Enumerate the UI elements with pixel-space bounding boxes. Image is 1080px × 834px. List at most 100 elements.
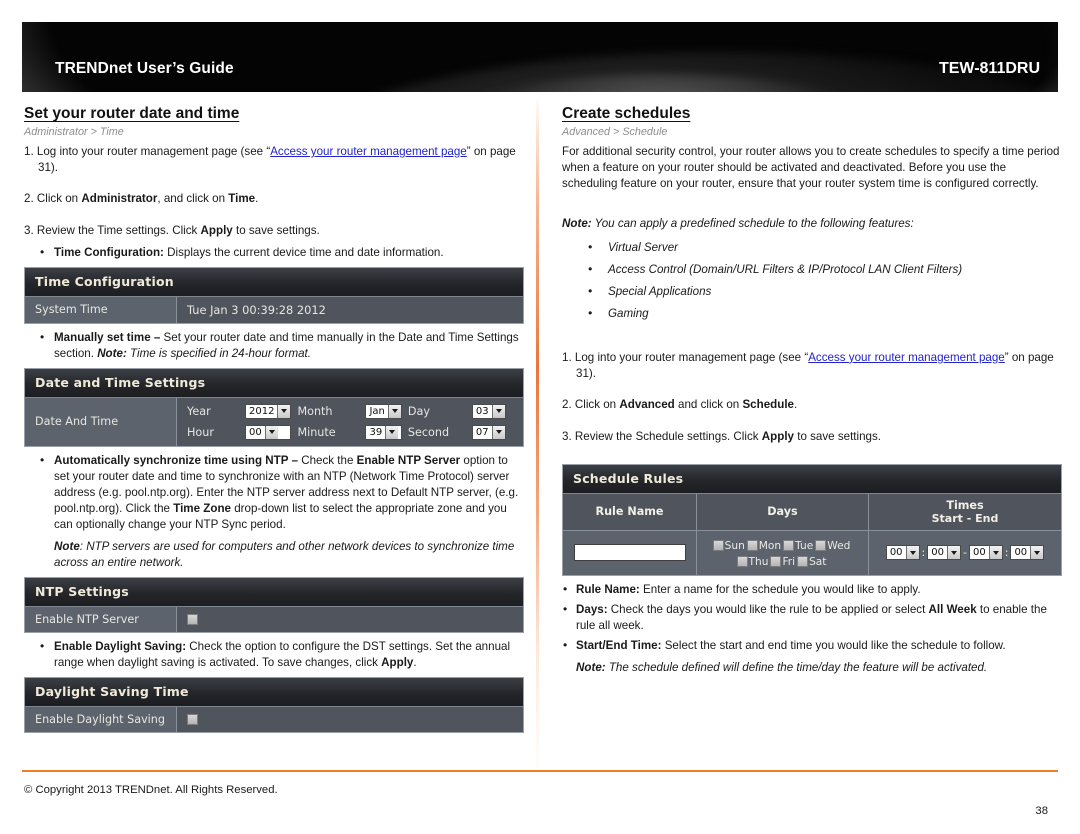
daylight-saving-panel-title: Daylight Saving Time (25, 677, 523, 707)
bullet-ntp-bold-3: Time Zone (173, 501, 231, 515)
left-bullet-list-1: Time Configuration: Displays the current… (24, 244, 524, 261)
end-hour-dropdown[interactable]: 00 (968, 545, 1003, 561)
chevron-down-icon (905, 546, 919, 560)
page-header-banner: TRENDnet User’s Guide TEW-811DRU (22, 22, 1058, 92)
list-item: Special Applications (562, 283, 1062, 300)
day-label-wed: Wed (827, 539, 851, 552)
day-checkbox-wed[interactable]: Wed (815, 540, 850, 552)
enable-ntp-server-value (177, 606, 523, 632)
day-checkbox-fri[interactable]: Fri (770, 556, 795, 568)
time-colon-2: : (1004, 546, 1009, 560)
bullet-days-text-1: Check the days you would like the rule t… (607, 602, 929, 616)
checkbox-icon[interactable] (815, 540, 827, 552)
day-checkbox-sat[interactable]: Sat (797, 556, 826, 568)
start-minute-dropdown[interactable]: 00 (927, 545, 961, 561)
left-step1-prefix: 1. Log into your router management page … (24, 145, 271, 158)
enable-daylight-saving-checkbox[interactable] (187, 713, 198, 725)
day-label-tue: Tue (795, 539, 814, 552)
enable-daylight-saving-row: Enable Daylight Saving (25, 706, 523, 732)
start-hour-dropdown[interactable]: 00 (885, 545, 920, 561)
left-bullet-list-3: Automatically synchronize time using NTP… (24, 452, 524, 533)
left-step2-bold-2: Time (228, 192, 256, 206)
bullet-days-bold-2: All Week (928, 602, 977, 616)
rule-name-input[interactable] (573, 544, 686, 562)
year-dropdown[interactable]: 2012 (245, 403, 292, 419)
checkbox-icon[interactable] (712, 540, 724, 552)
ntp-note: Note: NTP servers are used for computers… (24, 539, 524, 571)
left-step2-b: , and click on (157, 192, 229, 206)
month-dropdown[interactable]: Jan (365, 403, 402, 419)
checkbox-icon[interactable] (783, 540, 795, 552)
copyright-text: © Copyright 2013 TRENDnet. All Rights Re… (24, 784, 278, 796)
chevron-down-icon (277, 404, 291, 418)
schedule-rules-panel: Schedule Rules Rule Name Days Times Star… (562, 463, 1062, 576)
end-minute-dropdown[interactable]: 00 (1010, 545, 1045, 561)
system-time-value: Tue Jan 3 00:39:28 2012 (177, 296, 523, 323)
time-range-separator: - (963, 546, 967, 560)
bullet-days-label: Days: (576, 602, 608, 616)
right-step-1: 1. Log into your router management page … (562, 350, 1062, 382)
schedule-note-label: Note: (562, 216, 592, 230)
list-item: Gaming (562, 305, 1062, 322)
day-checkbox-sun[interactable]: Sun (712, 539, 745, 552)
access-router-link-2[interactable]: Access your router management page (808, 351, 1005, 364)
schedule-field-descriptions: Rule Name: Enter a name for the schedule… (562, 581, 1062, 654)
right-step3-a: 3. Review the Schedule settings. Click (562, 429, 762, 443)
day-label-thu: Thu (748, 555, 769, 568)
left-step-1: 1. Log into your router management page … (24, 144, 524, 176)
bullet-ntp-label: Automatically synchronize time using NTP… (54, 453, 298, 467)
left-step-3: 3. Review the Time settings. Click Apply… (24, 223, 524, 239)
day-label-sat: Sat (809, 555, 827, 568)
enable-ntp-server-checkbox[interactable] (187, 613, 198, 625)
day-label-sun: Sun (724, 539, 745, 552)
enable-ntp-server-row: Enable NTP Server (25, 606, 523, 632)
hour-label: Hour (187, 425, 214, 439)
date-time-settings-panel: Date and Time Settings Date And Time Yea… (24, 367, 524, 447)
right-step1-prefix: 1. Log into your router management page … (562, 350, 809, 364)
access-router-link[interactable]: Access your router management page (270, 145, 467, 158)
left-step-2: 2. Click on Administrator, and click on … (24, 191, 524, 207)
bullet-manual-note-label: Note: (97, 346, 127, 360)
checkbox-icon[interactable] (746, 540, 758, 552)
bullet-time-config-text: Displays the current device time and dat… (163, 245, 444, 259)
bullet-time-text: Select the start and end time you would … (661, 638, 1006, 652)
minute-dropdown[interactable]: 39 (365, 424, 402, 440)
second-dropdown[interactable]: 07 (471, 424, 506, 440)
day-label: Day (407, 404, 430, 418)
checkbox-icon[interactable] (736, 556, 748, 568)
hour-dropdown[interactable]: 00 (245, 424, 292, 440)
time-colon-1: : (921, 546, 926, 560)
left-step3-b: to save settings. (232, 223, 320, 237)
bullet-time-config-label: Time Configuration: (54, 245, 164, 259)
day-checkbox-mon[interactable]: Mon (746, 540, 781, 552)
day-label-fri: Fri (782, 555, 796, 568)
column-header-times: Times Start - End (869, 494, 1061, 530)
bullet-enable-daylight-saving: Enable Daylight Saving: Check the option… (24, 638, 524, 671)
start-hour-value: 00 (889, 547, 903, 559)
ntp-settings-panel: NTP Settings Enable NTP Server (24, 576, 524, 633)
start-minute-value: 00 (931, 547, 944, 559)
right-step2-c: . (794, 398, 798, 412)
left-step2-bold-1: Administrator (81, 192, 158, 206)
ntp-note-label: Note (54, 539, 80, 553)
right-step3-bold: Apply (761, 429, 794, 443)
day-checkbox-thu[interactable]: Thu (736, 555, 769, 568)
rule-name-cell (563, 530, 697, 575)
checkbox-icon[interactable] (797, 556, 809, 568)
minute-label: Minute (297, 425, 336, 439)
day-checkbox-tue[interactable]: Tue (783, 540, 813, 552)
bullet-start-end-time: Start/End Time: Select the start and end… (562, 637, 1062, 654)
hour-value: 00 (249, 426, 262, 438)
bullet-ntp-text-1: Check the (297, 453, 357, 467)
right-step2-b: and click on (674, 398, 743, 412)
chevron-down-icon (385, 425, 399, 439)
bullet-ntp-sync: Automatically synchronize time using NTP… (24, 452, 524, 533)
schedule-rules-panel-title: Schedule Rules (563, 464, 1061, 494)
table-row: Sun Mon Tue Wed Thu Fri Sat 00 : 00 - 00 : 00 (563, 530, 1061, 575)
footer-divider (22, 770, 1058, 772)
date-and-time-label: Date And Time (25, 397, 177, 446)
day-dropdown[interactable]: 03 (471, 403, 506, 419)
checkbox-icon[interactable] (770, 556, 782, 568)
column-header-days: Days (697, 493, 869, 530)
column-divider (536, 100, 539, 768)
